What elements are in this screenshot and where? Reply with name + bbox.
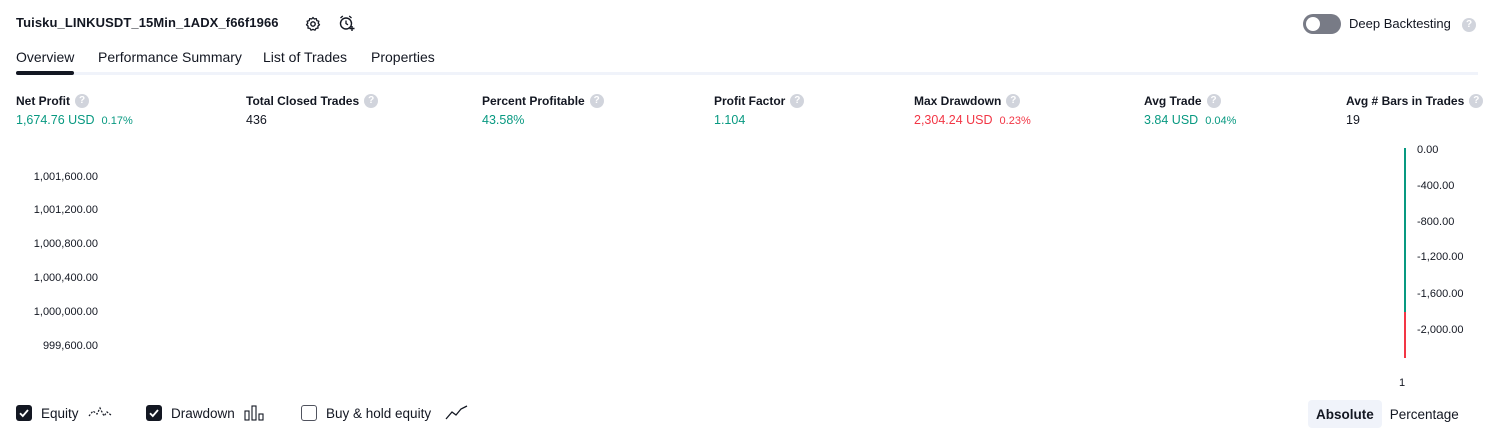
metric-label: Percent Profitable? [482,94,604,108]
metric-label-text: Avg # Bars in Trades [1346,94,1465,108]
left-axis-tick: 999,600.00 [42,340,98,352]
equity-line-icon [88,404,112,427]
metric-value: 19 [1346,113,1360,127]
right-axis-tick: -400.00 [1417,180,1455,192]
view-mode-switch: Absolute Percentage [1308,400,1467,428]
metric-value: 436 [246,113,267,127]
metric-label: Avg Trade? [1144,94,1221,108]
metric-value: 1.104 [714,113,745,127]
info-icon[interactable]: ? [589,94,604,108]
tab-performance-summary[interactable]: Performance Summary [98,49,242,65]
metric-percent: 0.17% [101,115,133,127]
info-icon[interactable]: ? [1006,94,1021,108]
deep-backtesting-label: Deep Backtesting [1349,16,1451,31]
metric-label: Net Profit? [16,94,89,108]
metric-label-text: Percent Profitable [482,94,585,108]
deep-backtesting-toggle[interactable] [1303,14,1341,34]
drawdown-bar-green [1404,148,1406,312]
right-axis-tick: -1,200.00 [1417,251,1464,263]
tabs-divider [16,72,1478,75]
metric-label-text: Total Closed Trades [246,94,360,108]
help-glyph: ? [1465,19,1473,30]
metric-label-text: Profit Factor [714,94,786,108]
drawdown-checkbox[interactable] [146,405,162,421]
absolute-button[interactable]: Absolute [1308,400,1382,428]
left-axis-tick: 1,000,400.00 [33,272,98,284]
metric-value-text: 436 [246,113,267,127]
metric-label: Avg # Bars in Trades? [1346,94,1484,108]
info-icon[interactable]: ? [790,94,805,108]
tab-list-of-trades[interactable]: List of Trades [263,49,347,65]
metric-value: 1,674.76 USD 0.17% [16,113,133,127]
info-icon[interactable]: ? [1206,94,1221,108]
metric-label: Total Closed Trades? [246,94,379,108]
trend-line-icon [445,404,469,427]
percentage-button[interactable]: Percentage [1382,400,1467,428]
buy-hold-label[interactable]: Buy & hold equity [326,406,431,421]
active-tab-indicator [16,71,74,75]
info-icon[interactable]: ? [364,94,379,108]
x-axis-tick: 1 [1399,377,1406,389]
metric-percent: 0.04% [1205,115,1237,127]
metric-label: Max Drawdown? [914,94,1021,108]
metric-value-text: 19 [1346,113,1360,127]
metric-label-text: Avg Trade [1144,94,1202,108]
right-axis-tick: -2,000.00 [1417,324,1464,336]
metric-value-text: 2,304.24 USD [914,113,993,127]
metric-label-text: Max Drawdown [914,94,1002,108]
metric-value: 2,304.24 USD 0.23% [914,113,1031,127]
equity-checkbox[interactable] [16,405,32,421]
metric-value-text: 43.58% [482,113,525,127]
metric-value-text: 3.84 USD [1144,113,1199,127]
strategy-title: Tuisku_LINKUSDT_15Min_1ADX_f66f1966 [16,15,279,30]
metric-value-text: 1,674.76 USD [16,113,95,127]
metric-label-text: Net Profit [16,94,70,108]
equity-label[interactable]: Equity [41,406,79,421]
info-icon[interactable]: ? [1469,94,1484,108]
metric-value: 3.84 USD 0.04% [1144,113,1236,127]
alarm-clock-plus-icon[interactable] [338,14,356,32]
metric-value-text: 1.104 [714,113,746,127]
drawdown-label[interactable]: Drawdown [171,406,235,421]
right-axis-tick: -1,600.00 [1417,288,1464,300]
info-icon[interactable]: ? [75,94,89,108]
right-axis-tick: 0.00 [1417,144,1439,156]
buy-hold-checkbox[interactable] [301,405,317,421]
tab-properties[interactable]: Properties [371,49,435,65]
left-axis-tick: 1,000,800.00 [33,238,98,250]
bars-icon [244,405,266,426]
help-icon[interactable]: ? [1462,18,1476,32]
left-axis-tick: 1,001,200.00 [33,204,98,216]
metric-percent: 0.23% [999,115,1031,127]
gear-icon[interactable] [304,15,322,33]
metric-label: Profit Factor? [714,94,805,108]
left-axis-tick: 1,001,600.00 [33,171,98,183]
left-axis-tick: 1,000,000.00 [33,306,98,318]
right-axis-tick: -800.00 [1417,216,1455,228]
drawdown-bar-red [1404,312,1406,358]
toggle-knob [1306,17,1320,31]
tab-overview[interactable]: Overview [16,49,74,65]
metric-value: 43.58% [482,113,524,127]
